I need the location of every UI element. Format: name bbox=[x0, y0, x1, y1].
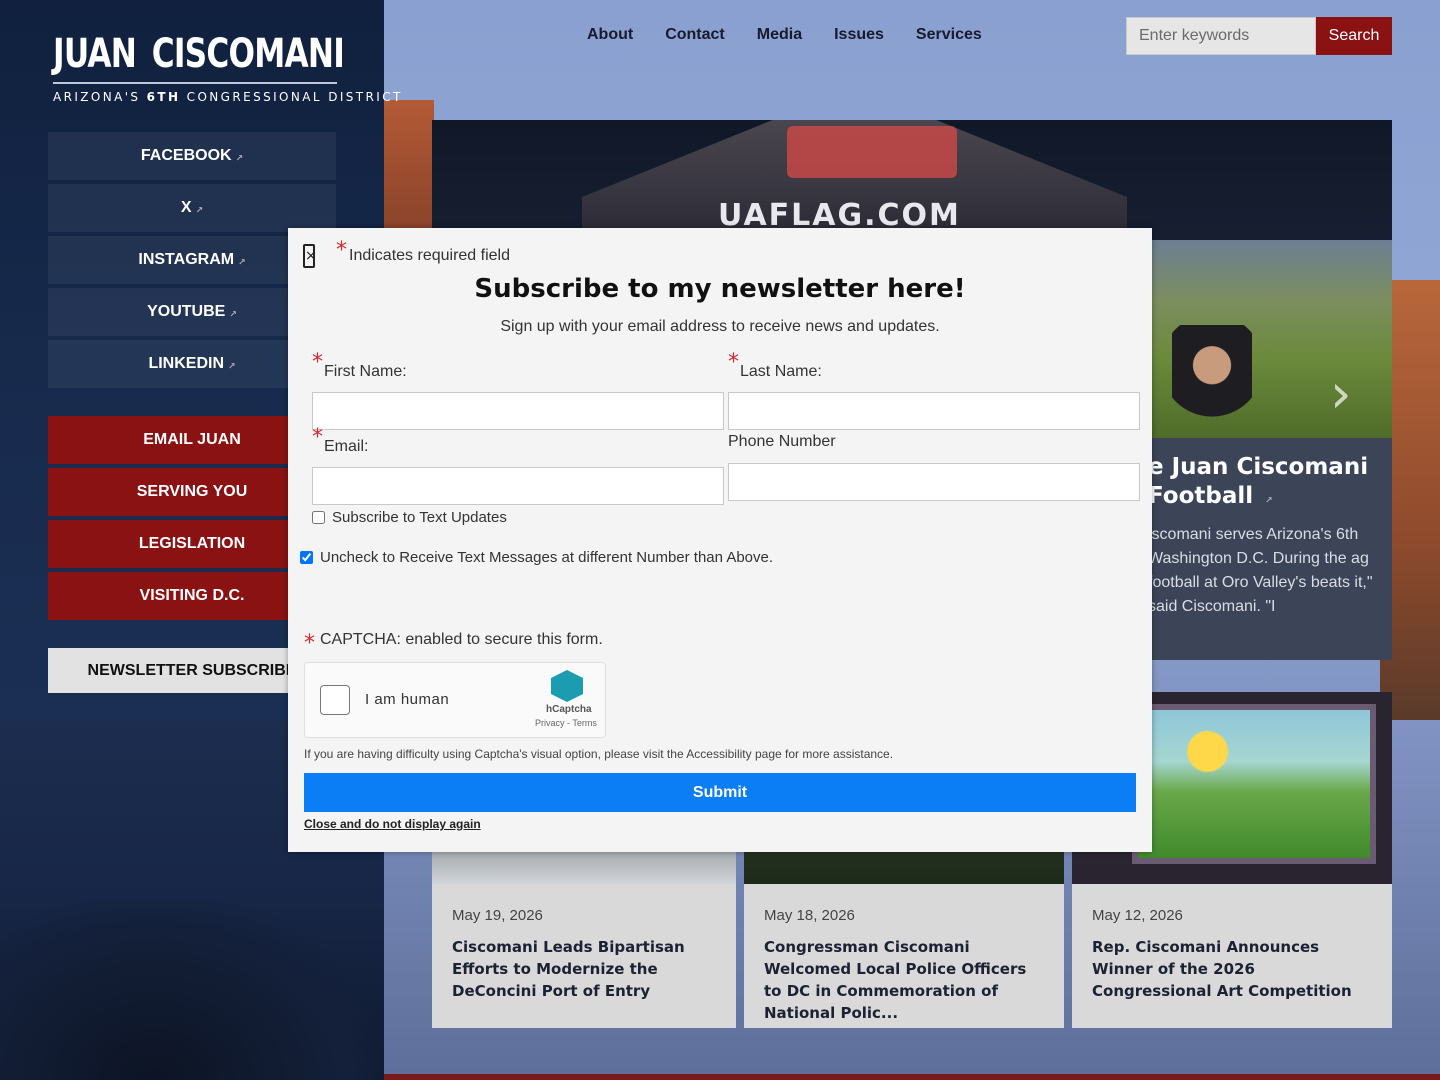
captcha-label-text: CAPTCHA: enabled to secure this form. bbox=[320, 631, 603, 648]
captcha-label: * CAPTCHA: enabled to secure this form. bbox=[304, 631, 603, 656]
hcaptcha-checkbox[interactable] bbox=[320, 685, 350, 715]
tagline-post: CONGRESSIONAL DISTRICT bbox=[180, 90, 403, 104]
nav-services[interactable]: Services bbox=[916, 24, 982, 46]
external-link-icon: ↗ bbox=[228, 360, 236, 371]
news-card-title[interactable]: Congressman Ciscomani Welcomed Local Pol… bbox=[764, 936, 1046, 1024]
background-hills bbox=[0, 900, 384, 1080]
phone-label-text: Phone Number bbox=[728, 433, 836, 450]
hero-title-text: e Juan Ciscomani Football bbox=[1148, 454, 1369, 509]
logo-name: JUAN CISCOMANI bbox=[53, 30, 345, 78]
logo-first-name: JUAN bbox=[53, 31, 137, 77]
modal-subtitle: Sign up with your email address to recei… bbox=[500, 318, 940, 335]
required-asterisk-icon: * bbox=[336, 238, 347, 263]
social-label: LINKEDIN bbox=[148, 355, 224, 372]
last-name-label-text: Last Name: bbox=[740, 363, 822, 380]
tagline-district: 6TH bbox=[146, 90, 181, 104]
nav-media[interactable]: Media bbox=[757, 24, 802, 46]
hero-text: iscomani serves Arizona's 6th Washington… bbox=[1148, 526, 1373, 615]
footer-strip bbox=[384, 1074, 1440, 1080]
external-link-icon: ↗ bbox=[235, 152, 244, 163]
social-label: YOUTUBE bbox=[147, 303, 226, 320]
news-card-date: May 18, 2026 bbox=[764, 907, 855, 924]
search-input[interactable] bbox=[1126, 17, 1316, 55]
email-label: * Email: bbox=[312, 425, 369, 456]
external-link-icon: ↗ bbox=[229, 308, 237, 319]
first-name-label-text: First Name: bbox=[324, 363, 407, 380]
required-asterisk-icon: * bbox=[312, 350, 323, 375]
chevron-right-icon[interactable]: › bbox=[1330, 362, 1352, 425]
nav-contact[interactable]: Contact bbox=[665, 24, 725, 46]
text-updates-option[interactable]: Subscribe to Text Updates bbox=[312, 509, 507, 526]
site-logo[interactable]: JUAN CISCOMANI ARIZONA'S 6TH CONGRESSION… bbox=[53, 30, 400, 104]
newsletter-modal: × * Indicates required field Subscribe t… bbox=[288, 228, 1152, 852]
different-number-option[interactable]: Uncheck to Receive Text Messages at diff… bbox=[300, 549, 773, 566]
external-link-icon: ↗ bbox=[1265, 496, 1273, 506]
modal-title: Subscribe to my newsletter here! bbox=[474, 274, 966, 304]
logo-divider bbox=[53, 82, 337, 84]
art-painting bbox=[1132, 704, 1376, 864]
text-updates-label: Subscribe to Text Updates bbox=[332, 509, 507, 526]
different-number-label: Uncheck to Receive Text Messages at diff… bbox=[320, 549, 774, 566]
phone-label: Phone Number bbox=[728, 433, 836, 451]
search-button[interactable]: Search bbox=[1316, 17, 1392, 55]
news-card-date: May 19, 2026 bbox=[452, 907, 543, 924]
required-note: * Indicates required field bbox=[336, 238, 510, 265]
email-label-text: Email: bbox=[324, 438, 369, 455]
phone-field[interactable] bbox=[728, 463, 1140, 501]
hcaptcha-links[interactable]: Privacy - Terms bbox=[535, 718, 597, 728]
social-link-facebook[interactable]: FACEBOOK ↗ bbox=[48, 132, 336, 180]
required-asterisk-icon: * bbox=[304, 631, 315, 656]
nav-about[interactable]: About bbox=[587, 24, 633, 46]
social-label: FACEBOOK bbox=[140, 147, 232, 164]
first-name-field[interactable] bbox=[312, 392, 724, 430]
required-asterisk-icon: * bbox=[312, 425, 323, 450]
hero-tent-badge bbox=[787, 126, 957, 178]
different-number-checkbox[interactable] bbox=[300, 551, 313, 564]
tagline-pre: ARIZONA'S bbox=[53, 90, 147, 104]
hcaptcha-brand: hCaptcha bbox=[546, 704, 592, 715]
last-name-field[interactable] bbox=[728, 392, 1140, 430]
captcha-help-text: If you are having difficulty using Captc… bbox=[304, 747, 894, 761]
close-do-not-display-link[interactable]: Close and do not display again bbox=[304, 817, 481, 831]
hero-person bbox=[1172, 325, 1252, 440]
submit-button[interactable]: Submit bbox=[304, 773, 1136, 812]
social-label: X bbox=[180, 199, 192, 216]
external-link-icon: ↗ bbox=[238, 256, 246, 267]
hcaptcha-logo-icon bbox=[551, 670, 583, 702]
required-note-text: Indicates required field bbox=[349, 247, 510, 264]
news-card-title[interactable]: Rep. Ciscomani Announces Winner of the 2… bbox=[1092, 936, 1374, 1002]
logo-last-name: CISCOMANI bbox=[151, 31, 345, 77]
news-card-date: May 12, 2026 bbox=[1092, 907, 1183, 924]
first-name-label: * First Name: bbox=[312, 350, 407, 381]
main-nav: About Contact Media Issues Services bbox=[587, 24, 982, 46]
social-label: INSTAGRAM bbox=[138, 251, 235, 268]
nav-issues[interactable]: Issues bbox=[834, 24, 884, 46]
text-updates-checkbox[interactable] bbox=[312, 511, 325, 524]
required-asterisk-icon: * bbox=[728, 350, 739, 375]
close-icon[interactable]: × bbox=[303, 244, 317, 268]
email-field[interactable] bbox=[312, 467, 724, 505]
last-name-label: * Last Name: bbox=[728, 350, 822, 381]
hcaptcha-label: I am human bbox=[365, 691, 450, 708]
news-card-title[interactable]: Ciscomani Leads Bipartisan Efforts to Mo… bbox=[452, 936, 718, 1002]
social-link-x[interactable]: X ↗ bbox=[48, 184, 336, 232]
hcaptcha-widget: I am human hCaptcha Privacy - Terms bbox=[304, 662, 606, 738]
external-link-icon: ↗ bbox=[195, 204, 204, 215]
logo-tagline: ARIZONA'S 6TH CONGRESSIONAL DISTRICT bbox=[53, 90, 400, 104]
hero-title[interactable]: e Juan Ciscomani Football ↗ bbox=[1148, 453, 1378, 516]
